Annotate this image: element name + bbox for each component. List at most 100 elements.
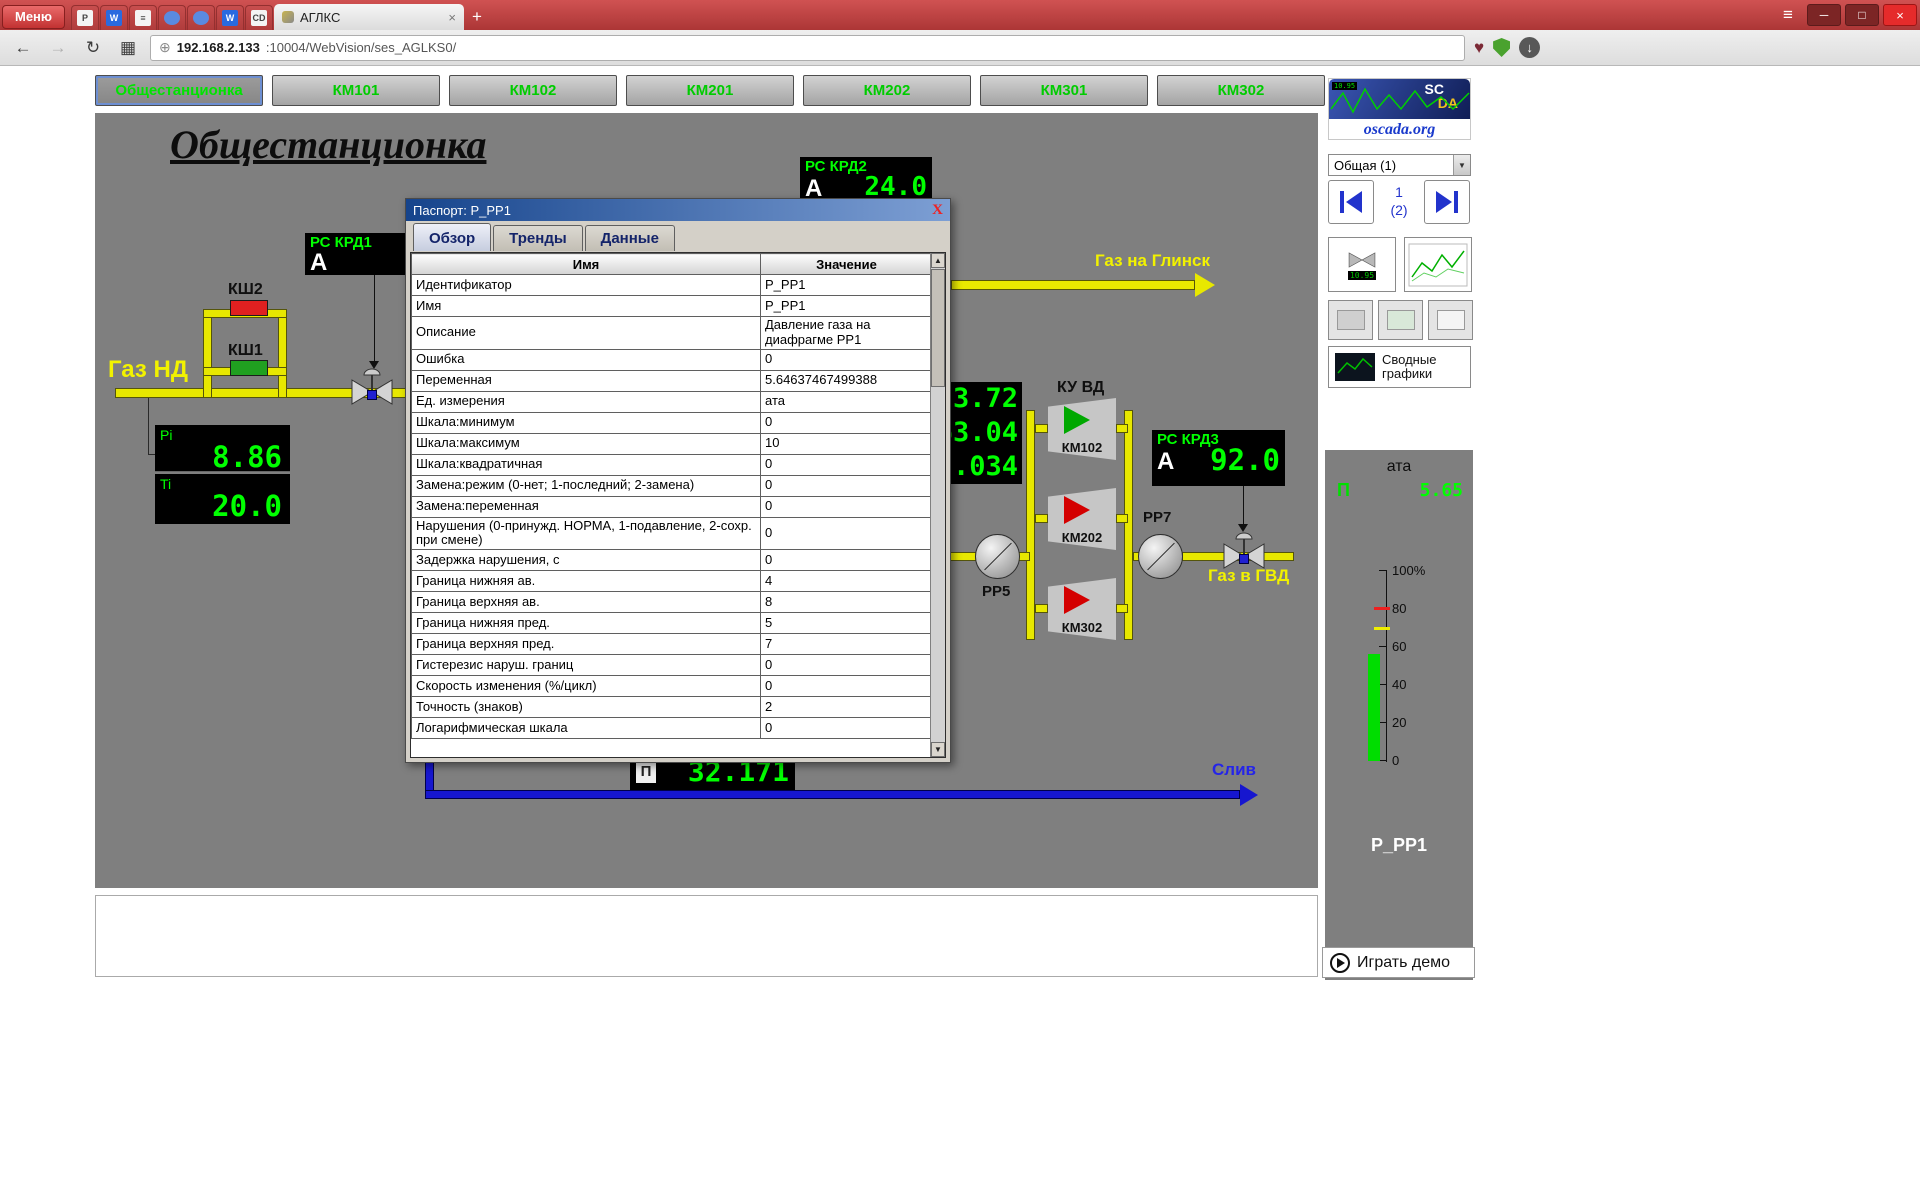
- scada-tab-km102[interactable]: КМ102: [449, 75, 617, 106]
- tab-favicon-icon: [282, 11, 294, 23]
- pinned-tab-6[interactable]: W: [216, 5, 244, 30]
- krd2-display[interactable]: РС КРД2 A 24.0: [800, 157, 932, 201]
- reload-icon[interactable]: ↻: [80, 35, 106, 61]
- param-name-cell: Точность (знаков): [412, 697, 761, 718]
- download-icon[interactable]: ↓: [1519, 37, 1540, 58]
- play-demo-button[interactable]: Играть демо: [1322, 947, 1475, 978]
- scada-tab-km201[interactable]: КМ201: [626, 75, 794, 106]
- gauge-tag: P_PP1: [1325, 835, 1473, 856]
- pipe-stub: [1035, 604, 1048, 613]
- param-value-cell: 0: [761, 550, 933, 571]
- gauge-scale-label: 20: [1392, 715, 1406, 730]
- pinned-tab-4[interactable]: [158, 5, 186, 30]
- view-select[interactable]: Общая (1) ▼: [1328, 154, 1471, 176]
- window-controls: ≡ ─ □ ×: [1773, 4, 1920, 26]
- dialog-close-icon[interactable]: X: [932, 202, 943, 219]
- gauge-widget: ата П 5.65 100% 80 60 40 20 0 P_PP1: [1325, 450, 1473, 980]
- dialog-tab-trendy[interactable]: Тренды: [493, 225, 583, 251]
- table-row: ОписаниеДавление газа на диафрагме PP1: [412, 317, 933, 350]
- summary-graphs-button[interactable]: Сводные графики: [1328, 346, 1471, 388]
- valve-ksh1[interactable]: [230, 360, 268, 376]
- dialog-tab-obzor[interactable]: Обзор: [413, 223, 491, 251]
- pipe-glinsk-arrow-icon: [1195, 273, 1215, 297]
- forward-icon[interactable]: →: [45, 35, 71, 61]
- param-name-cell: Граница верхняя пред.: [412, 634, 761, 655]
- compressor-km202[interactable]: КМ202: [1048, 488, 1116, 550]
- scada-tab-obshestancionka[interactable]: Общестанционка: [95, 75, 263, 106]
- grid-icon[interactable]: ▦: [115, 35, 141, 61]
- gauge-tick: [1379, 570, 1386, 571]
- control-valve-icon[interactable]: [350, 366, 394, 406]
- tab-close-icon[interactable]: ×: [448, 10, 456, 25]
- valve-ksh2[interactable]: [230, 300, 268, 316]
- table-row: Замена:режим (0-нет; 1-последний; 2-заме…: [412, 475, 933, 496]
- dialog-tab-dannye[interactable]: Данные: [585, 225, 675, 251]
- dialog-titlebar[interactable]: Паспорт: P_PP1 X: [406, 199, 950, 221]
- bookmark-heart-icon[interactable]: ♥: [1474, 38, 1484, 58]
- thumbnail-small-2[interactable]: [1378, 300, 1423, 340]
- compressor-km302[interactable]: КМ302: [1048, 578, 1116, 640]
- orifice-line-icon: [984, 543, 1012, 571]
- security-shield-icon[interactable]: [1493, 38, 1510, 57]
- compressor-km102[interactable]: КМ102: [1048, 398, 1116, 460]
- triangle-left-icon: [1346, 191, 1362, 213]
- url-field[interactable]: ⊕ 192.168.2.133:10004/WebVision/ses_AGLK…: [150, 35, 1465, 61]
- browser-tab-aglks[interactable]: АГЛКС ×: [274, 4, 464, 30]
- table-row: Точность (знаков)2: [412, 697, 933, 718]
- new-tab-button[interactable]: +: [464, 5, 490, 29]
- krd3-display[interactable]: РС КРД3 A 92.0: [1152, 430, 1285, 486]
- thumbnail-small-3[interactable]: [1428, 300, 1473, 340]
- param-name-cell: Шкала:максимум: [412, 433, 761, 454]
- prev-page-button[interactable]: [1328, 180, 1374, 224]
- url-path: :10004/WebVision/ses_AGLKS0/: [266, 40, 456, 55]
- scada-tab-km302[interactable]: КМ302: [1157, 75, 1325, 106]
- pipe-stub: [1116, 604, 1128, 613]
- window-close-button[interactable]: ×: [1883, 4, 1917, 26]
- table-row: Граница нижняя ав.4: [412, 571, 933, 592]
- pipe-drain-arrow-icon: [1240, 784, 1258, 806]
- pinned-tab-5[interactable]: [187, 5, 215, 30]
- next-page-button[interactable]: [1424, 180, 1470, 224]
- pinned-tab-2[interactable]: W: [100, 5, 128, 30]
- scrollbar-thumb[interactable]: [931, 269, 945, 387]
- oscada-logo[interactable]: 10.95 SC DA oscada.org: [1328, 78, 1471, 140]
- control-valve-icon[interactable]: [1222, 530, 1266, 570]
- ti-display[interactable]: Ti 20.0: [155, 474, 290, 524]
- krd1-link-line: [374, 275, 375, 363]
- param-name-cell: Замена:режим (0-нет; 1-последний; 2-заме…: [412, 475, 761, 496]
- param-name-cell: Замена:переменная: [412, 496, 761, 517]
- thumbnail-valve[interactable]: 10.95: [1328, 237, 1396, 292]
- gauge-axis: [1386, 570, 1387, 762]
- scroll-down-icon[interactable]: ▼: [931, 742, 945, 757]
- gauge-scale-label: 0: [1392, 753, 1399, 768]
- krd1-display[interactable]: РС КРД1 A: [305, 233, 420, 275]
- view-select-value: Общая (1): [1334, 158, 1396, 173]
- scada-tab-km301[interactable]: КМ301: [980, 75, 1148, 106]
- param-value-cell: 5.64637467499388: [761, 370, 933, 391]
- browser-menu-button[interactable]: Меню: [2, 5, 65, 29]
- scroll-up-icon[interactable]: ▲: [931, 253, 945, 268]
- thumbnail-trend[interactable]: [1404, 237, 1472, 292]
- orifice-pp7[interactable]: [1138, 534, 1183, 579]
- param-name-cell: Граница нижняя ав.: [412, 571, 761, 592]
- favicon-pdf-icon: P: [77, 10, 93, 26]
- back-icon[interactable]: ←: [10, 35, 36, 61]
- thumbnail-trend-icon: [1408, 243, 1468, 287]
- orifice-pp5[interactable]: [975, 534, 1020, 579]
- pi-display[interactable]: Pi 8.86: [155, 425, 290, 472]
- gauge-tick: [1379, 646, 1386, 647]
- window-maximize-button[interactable]: □: [1845, 4, 1879, 26]
- pinned-tab-3[interactable]: ≡: [129, 5, 157, 30]
- scada-tab-km202[interactable]: КМ202: [803, 75, 971, 106]
- pinned-tab-1[interactable]: P: [71, 5, 99, 30]
- dialog-scrollbar[interactable]: ▲ ▼: [930, 253, 945, 757]
- window-minimize-button[interactable]: ─: [1807, 4, 1841, 26]
- param-name-cell: Ед. измерения: [412, 391, 761, 412]
- scada-tab-km101[interactable]: КМ101: [272, 75, 440, 106]
- gauge-tick: [1379, 684, 1386, 685]
- browser-hamburger-icon[interactable]: ≡: [1773, 5, 1803, 25]
- favicon-app1-icon: [164, 11, 180, 25]
- pinned-tab-7[interactable]: CD: [245, 5, 273, 30]
- thumbnail-small-1[interactable]: [1328, 300, 1373, 340]
- table-row: Задержка нарушения, с0: [412, 550, 933, 571]
